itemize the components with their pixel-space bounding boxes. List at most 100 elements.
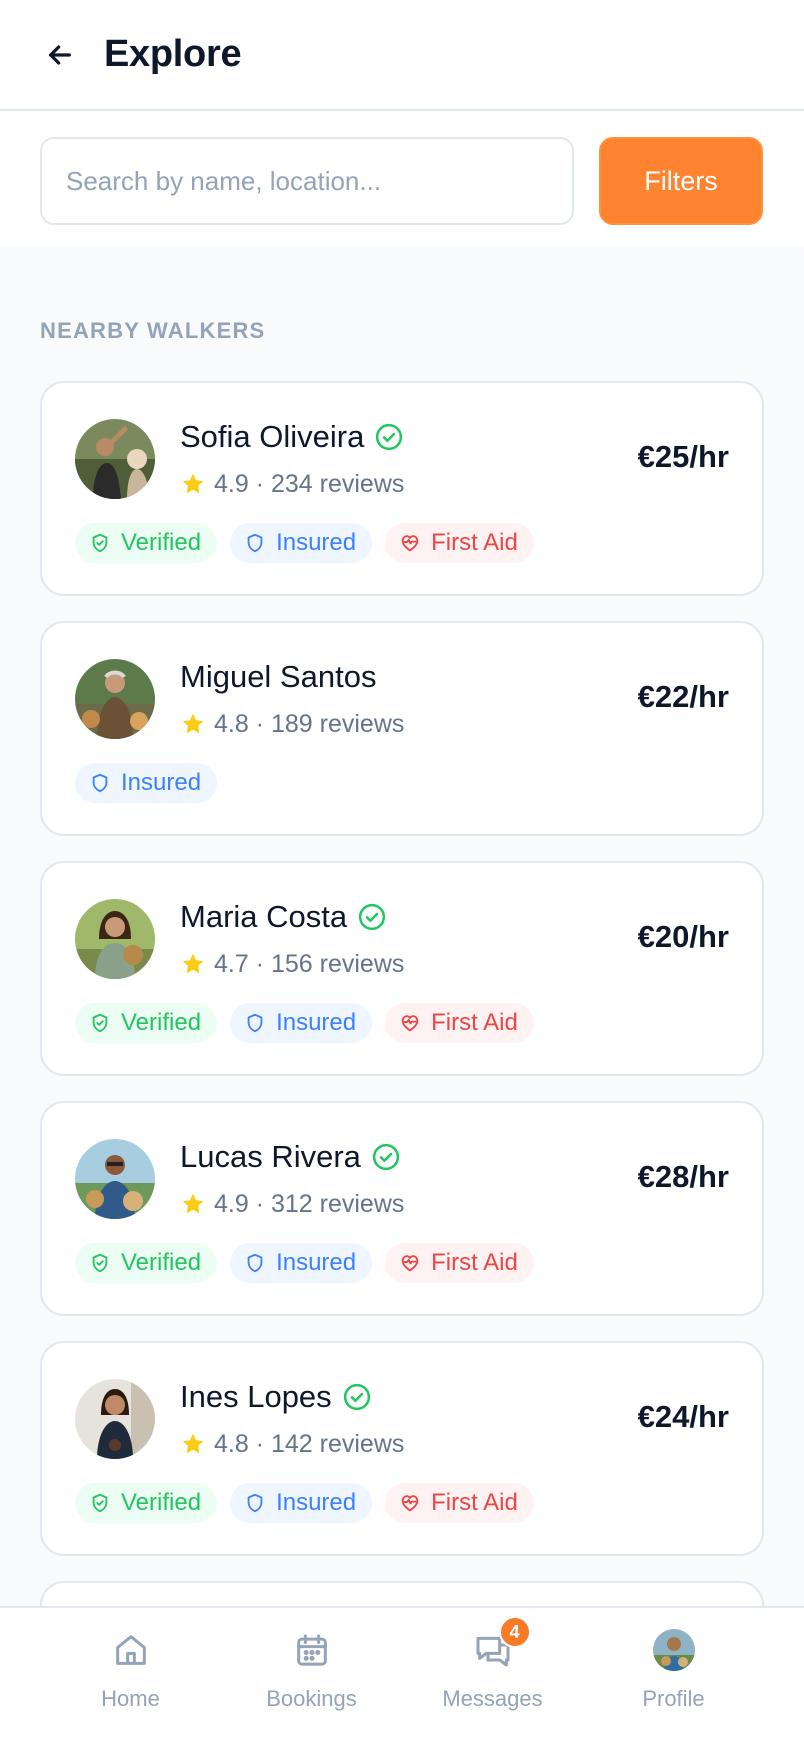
- rating-row: 4.9 · 234 reviews: [180, 467, 404, 501]
- name-row: Lucas Rivera: [180, 1137, 401, 1177]
- nav-item-home[interactable]: Home: [40, 1608, 221, 1748]
- shield-icon: [244, 1012, 266, 1034]
- walker-name: Sofia Oliveira: [180, 419, 365, 454]
- rating-text: 4.9 · 234 reviews: [214, 469, 405, 498]
- nav-label-bookings: Bookings: [266, 1686, 357, 1711]
- price: €25/hr: [637, 439, 729, 474]
- shield-icon: [244, 1492, 266, 1514]
- walker-name: Miguel Santos: [180, 659, 377, 694]
- badge-first-aid: First Aid: [385, 1003, 534, 1043]
- star-icon: [180, 1431, 206, 1457]
- heart-pulse-icon: [399, 532, 421, 554]
- badge-verified: Verified: [75, 1243, 218, 1283]
- heart-pulse-icon: [399, 1252, 421, 1274]
- name-row: Miguel Santos: [180, 657, 376, 697]
- badge-label: Insured: [276, 529, 357, 556]
- section-label: NEARBY WALKERS: [40, 318, 266, 343]
- rating-row: 4.9 · 312 reviews: [180, 1187, 404, 1221]
- badge-insured: Insured: [230, 1243, 373, 1283]
- avatar: [75, 419, 155, 499]
- name-row: Ines Lopes: [180, 1377, 372, 1417]
- star-icon: [180, 471, 206, 497]
- badge-label: First Aid: [431, 1249, 518, 1276]
- nav-label-home: Home: [101, 1686, 160, 1711]
- messages-count-badge: 4: [498, 1616, 531, 1648]
- verified-check-icon: [374, 422, 404, 452]
- star-icon: [180, 711, 206, 737]
- verified-check-icon: [342, 1382, 372, 1412]
- avatar: [75, 899, 155, 979]
- badge-label: First Aid: [431, 1009, 518, 1036]
- price: €22/hr: [637, 679, 729, 714]
- rating-text: 4.8 · 189 reviews: [214, 709, 405, 738]
- avatar: [652, 1628, 696, 1672]
- walker-card[interactable]: Sofia Oliveira 4.9 · 234 reviews €25/hr Ver…: [40, 381, 764, 596]
- rating-text: 4.8 · 142 reviews: [214, 1429, 405, 1458]
- badge-verified: Verified: [75, 523, 218, 563]
- shield-icon: [244, 532, 266, 554]
- badge-label: First Aid: [431, 529, 518, 556]
- nav-label-messages: Messages: [442, 1686, 543, 1711]
- back-button[interactable]: [40, 35, 80, 75]
- shield-icon: [244, 1252, 266, 1274]
- name-row: Sofia Oliveira: [180, 417, 404, 457]
- badge-label: Verified: [121, 1249, 202, 1276]
- badge-label: Insured: [276, 1249, 357, 1276]
- walker-name: Maria Costa: [180, 899, 348, 934]
- chat-icon: 4: [471, 1616, 531, 1672]
- rating-row: 4.7 · 156 reviews: [180, 947, 404, 981]
- shield-check-icon: [89, 1012, 111, 1034]
- badge-verified: Verified: [75, 1003, 218, 1043]
- star-icon: [180, 951, 206, 977]
- star-icon: [180, 1191, 206, 1217]
- badge-first-aid: First Aid: [385, 523, 534, 563]
- app-header: Explore: [0, 0, 804, 111]
- walker-name: Lucas Rivera: [180, 1139, 361, 1174]
- price: €28/hr: [637, 1159, 729, 1194]
- badge-label: Verified: [121, 1009, 202, 1036]
- badge-label: First Aid: [431, 1489, 518, 1516]
- verified-check-icon: [357, 902, 387, 932]
- badge-insured: Insured: [230, 523, 373, 563]
- avatar: [75, 1379, 155, 1459]
- avatar: [75, 1139, 155, 1219]
- badge-list: Verified Insured First Aid: [75, 1483, 534, 1523]
- search-bar: Filters: [0, 111, 804, 247]
- badge-insured: Insured: [230, 1483, 373, 1523]
- walker-name: Ines Lopes: [180, 1379, 332, 1414]
- price: €24/hr: [637, 1399, 729, 1434]
- badge-label: Insured: [121, 769, 202, 796]
- home-icon: [109, 1628, 153, 1672]
- avatar: [75, 659, 155, 739]
- arrow-left-icon: [49, 44, 71, 65]
- badge-label: Verified: [121, 529, 202, 556]
- badge-first-aid: First Aid: [385, 1243, 534, 1283]
- walker-card[interactable]: Miguel Santos 4.8 · 189 reviews €22/hr Insu…: [40, 621, 764, 836]
- heart-pulse-icon: [399, 1012, 421, 1034]
- search-input[interactable]: [40, 137, 574, 225]
- badge-list: Verified Insured First Aid: [75, 523, 534, 563]
- walker-card[interactable]: Ines Lopes 4.8 · 142 reviews €24/hr Verifie…: [40, 1341, 764, 1556]
- nav-label-profile: Profile: [642, 1686, 705, 1711]
- rating-row: 4.8 · 142 reviews: [180, 1427, 404, 1461]
- shield-check-icon: [89, 1492, 111, 1514]
- walker-card[interactable]: Maria Costa 4.7 · 156 reviews €20/hr Verifi…: [40, 861, 764, 1076]
- badge-label: Verified: [121, 1489, 202, 1516]
- badge-list: Verified Insured First Aid: [75, 1243, 534, 1283]
- badge-list: Insured: [75, 763, 218, 803]
- nav-item-profile[interactable]: Profile: [583, 1608, 764, 1748]
- nav-item-messages[interactable]: 4 Messages: [402, 1608, 583, 1748]
- shield-check-icon: [89, 532, 111, 554]
- calendar-icon: [290, 1628, 334, 1672]
- rating-row: 4.8 · 189 reviews: [180, 707, 404, 741]
- walker-card[interactable]: Lucas Rivera 4.9 · 312 reviews €28/hr Verif…: [40, 1101, 764, 1316]
- badge-verified: Verified: [75, 1483, 218, 1523]
- badge-insured: Insured: [230, 1003, 373, 1043]
- bottom-nav: Home Bookings 4 Messages Profile: [0, 1606, 804, 1748]
- nav-item-bookings[interactable]: Bookings: [221, 1608, 402, 1748]
- filters-button[interactable]: Filters: [599, 137, 763, 225]
- badge-list: Verified Insured First Aid: [75, 1003, 534, 1043]
- page-title: Explore: [104, 33, 242, 75]
- verified-check-icon: [371, 1142, 401, 1172]
- rating-text: 4.9 · 312 reviews: [214, 1189, 405, 1218]
